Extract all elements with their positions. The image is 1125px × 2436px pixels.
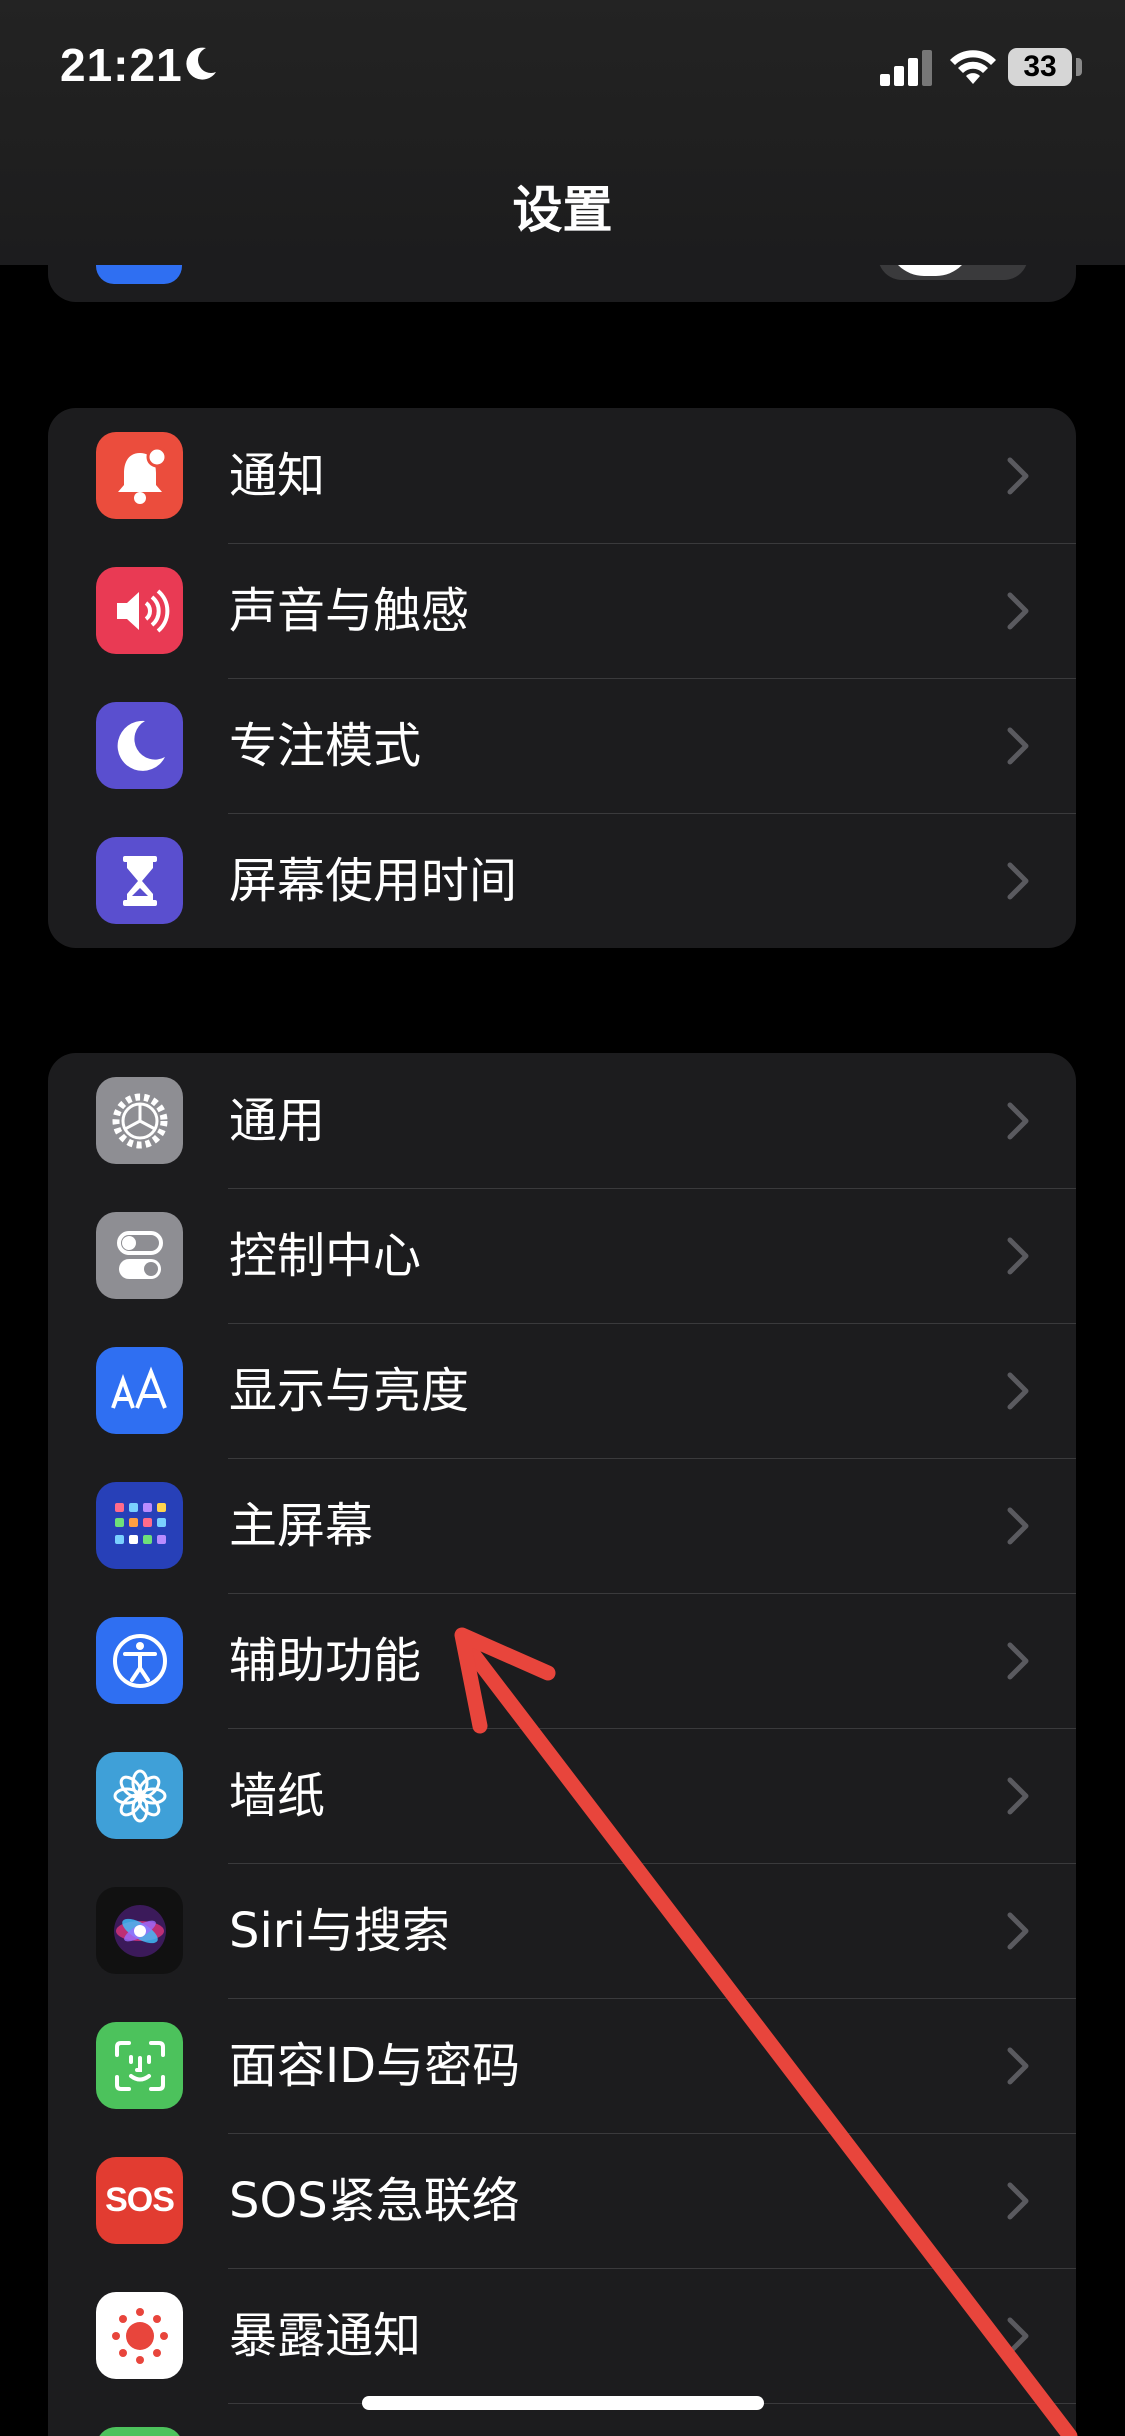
settings-row-siri[interactable]: Siri与搜索: [48, 1863, 1076, 1998]
chevron-right-icon: [1007, 592, 1029, 630]
gear-icon: [96, 1077, 183, 1164]
home-indicator[interactable]: [362, 2396, 764, 2410]
face-id-icon: [96, 2022, 183, 2109]
row-label: Siri与搜索: [229, 1903, 450, 1959]
sos-icon: SOS: [96, 2157, 183, 2244]
settings-row-face-id[interactable]: 面容ID与密码: [48, 1998, 1076, 2133]
settings-group-notifications: 通知 声音与触感 专注模式 屏幕使用时间: [48, 408, 1076, 948]
chevron-right-icon: [1007, 1507, 1029, 1545]
row-label: 辅助功能: [229, 1633, 422, 1689]
row-label: 通用: [229, 1093, 326, 1149]
chevron-right-icon: [1007, 2047, 1029, 2085]
chevron-right-icon: [1007, 1777, 1029, 1815]
settings-row-notifications[interactable]: 通知: [48, 408, 1076, 543]
home-grid-icon: [96, 1482, 183, 1569]
page-title: 设置: [512, 181, 613, 239]
speaker-icon: [96, 567, 183, 654]
text-size-icon: [96, 1347, 183, 1434]
settings-row-wallpaper[interactable]: 墙纸: [48, 1728, 1076, 1863]
settings-row-sounds[interactable]: 声音与触感: [48, 543, 1076, 678]
settings-row-focus[interactable]: 专注模式: [48, 678, 1076, 813]
accessibility-icon: [96, 1617, 183, 1704]
cellular-signal-icon: [880, 50, 932, 86]
battery-level: 33: [1023, 50, 1057, 83]
flower-icon: [96, 1752, 183, 1839]
chevron-right-icon: [1007, 1237, 1029, 1275]
settings-row-display[interactable]: 显示与亮度: [48, 1323, 1076, 1458]
status-time: 21:21: [60, 39, 183, 91]
settings-row-exposure[interactable]: 暴露通知: [48, 2268, 1076, 2403]
battery-tip: [1076, 58, 1082, 76]
hourglass-icon: [96, 837, 183, 924]
settings-group-general: 通用 控制中心 显示与亮度 主屏幕 辅助功能 墙纸 Siri与搜索 面容ID与密…: [48, 1053, 1076, 2436]
chevron-right-icon: [1007, 1912, 1029, 1950]
row-label: 面容ID与密码: [229, 2038, 521, 2094]
wifi-icon: [950, 50, 996, 84]
chevron-right-icon: [1007, 1372, 1029, 1410]
toggles-icon: [96, 1212, 183, 1299]
row-label: 声音与触感: [229, 583, 470, 639]
row-label: 主屏幕: [229, 1498, 374, 1554]
chevron-right-icon: [1007, 862, 1029, 900]
row-label: 显示与亮度: [229, 1363, 470, 1419]
row-label: 暴露通知: [229, 2308, 422, 2364]
moon-icon: [96, 702, 183, 789]
row-label: 通知: [229, 448, 326, 504]
settings-row-general[interactable]: 通用: [48, 1053, 1076, 1188]
chevron-right-icon: [1007, 2182, 1029, 2220]
row-label: SOS紧急联络: [229, 2173, 520, 2229]
settings-row-screen-time[interactable]: 屏幕使用时间: [48, 813, 1076, 948]
do-not-disturb-moon-icon: [186, 47, 216, 80]
navigation-bar: 21:21 33 设置: [0, 0, 1125, 265]
settings-row-control-center[interactable]: 控制中心: [48, 1188, 1076, 1323]
chevron-right-icon: [1007, 457, 1029, 495]
settings-row-home-screen[interactable]: 主屏幕: [48, 1458, 1076, 1593]
sos-icon-text: SOS: [105, 2181, 175, 2219]
chevron-right-icon: [1007, 2317, 1029, 2355]
exposure-icon: [96, 2292, 183, 2379]
row-label: 控制中心: [229, 1228, 422, 1284]
siri-icon: [96, 1887, 183, 1974]
chevron-right-icon: [1007, 1642, 1029, 1680]
row-label: 屏幕使用时间: [229, 853, 518, 909]
row-label: 专注模式: [229, 718, 422, 774]
chevron-right-icon: [1007, 1102, 1029, 1140]
settings-row-sos[interactable]: SOS SOS紧急联络: [48, 2133, 1076, 2268]
battery-indicator: 33: [1008, 48, 1072, 86]
settings-row-accessibility[interactable]: 辅助功能: [48, 1593, 1076, 1728]
bell-icon: [96, 432, 183, 519]
chevron-right-icon: [1007, 727, 1029, 765]
partial-green-icon: [96, 2427, 183, 2436]
row-label: 墙纸: [229, 1768, 326, 1824]
